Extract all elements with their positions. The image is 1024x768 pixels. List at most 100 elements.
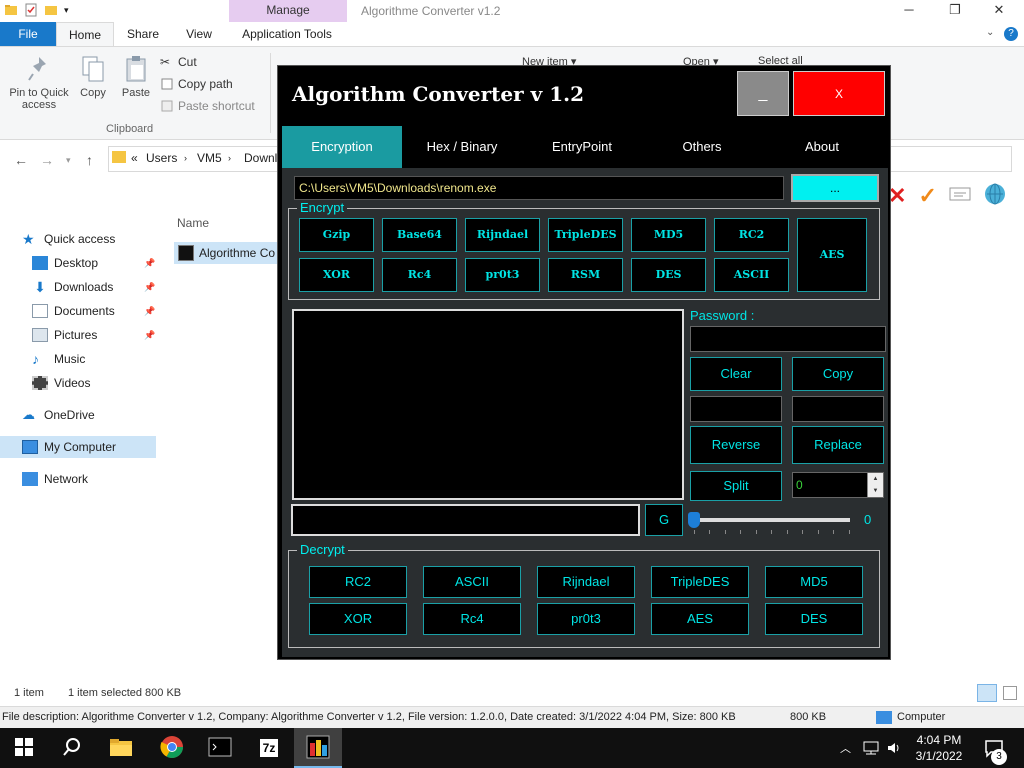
encrypt-pr0t3-button[interactable]: pr0t3 — [465, 258, 540, 292]
encrypt-xor-button[interactable]: XOR — [299, 258, 374, 292]
file-row[interactable]: Algorithme Co — [174, 242, 284, 264]
taskbar-terminal[interactable] — [196, 728, 244, 768]
decrypt-md5-button[interactable]: MD5 — [765, 566, 863, 598]
tab-view[interactable]: View — [176, 22, 222, 46]
find-input[interactable] — [690, 396, 782, 422]
replace-input[interactable] — [792, 396, 884, 422]
details-view-icon[interactable] — [977, 684, 997, 702]
ribbon-collapse-icon[interactable]: ⌄ — [986, 27, 994, 38]
nav-documents[interactable]: Documents — [32, 300, 115, 322]
decrypt-pr0t3-button[interactable]: pr0t3 — [537, 603, 635, 635]
decrypt-rc4-button[interactable]: Rc4 — [423, 603, 521, 635]
tab-others[interactable]: Others — [642, 126, 762, 168]
reverse-button[interactable]: Reverse — [690, 426, 782, 464]
encrypt-gzip-button[interactable]: Gzip — [299, 218, 374, 252]
decrypt-des-button[interactable]: DES — [765, 603, 863, 635]
up-arrow-icon[interactable]: ↑ — [86, 152, 93, 168]
decrypt-rc2-button[interactable]: RC2 — [309, 566, 407, 598]
tab-share[interactable]: Share — [120, 22, 166, 46]
copy-button[interactable]: Copy — [792, 357, 884, 391]
forward-arrow-icon[interactable]: → — [40, 152, 54, 168]
tab-encryption[interactable]: Encryption — [282, 126, 402, 168]
recent-locations-icon[interactable]: ▾ — [66, 155, 71, 166]
paste-button[interactable]: Paste — [118, 55, 154, 99]
copy-path-button[interactable]: Copy path — [160, 77, 233, 91]
split-count-stepper[interactable]: 0 ▲ ▼ — [792, 472, 884, 498]
clear-button[interactable]: Clear — [690, 357, 782, 391]
decrypt-rijndael-button[interactable]: Rijndael — [537, 566, 635, 598]
breadcrumb-users[interactable]: Users — [146, 151, 177, 165]
breadcrumb-vm5[interactable]: VM5 — [197, 151, 222, 165]
cut-button[interactable]: ✂ Cut — [160, 55, 197, 69]
taskbar-7zip[interactable]: 7z — [245, 728, 293, 768]
minimize-icon[interactable]: ─ — [886, 0, 932, 22]
globe-icon[interactable] — [983, 182, 1007, 209]
tab-file[interactable]: File — [0, 22, 56, 46]
encrypt-rijndael-button[interactable]: Rijndael — [465, 218, 540, 252]
tray-overflow-icon[interactable]: ︿ — [840, 728, 851, 768]
breadcrumb-downloads[interactable]: Downl — [244, 151, 277, 165]
nav-my-computer[interactable]: My Computer — [0, 436, 156, 458]
tab-application-tools[interactable]: Application Tools — [232, 22, 342, 46]
envelope-icon[interactable] — [949, 186, 971, 205]
encrypt-rsm-button[interactable]: RSM — [548, 258, 623, 292]
column-header-name[interactable]: Name — [177, 216, 209, 230]
browse-button[interactable]: ... — [791, 174, 879, 202]
app-close-button[interactable]: X — [793, 71, 885, 116]
encrypt-base64-button[interactable]: Base64 — [382, 218, 457, 252]
tab-entrypoint[interactable]: EntryPoint — [522, 126, 642, 168]
tab-hex-binary[interactable]: Hex / Binary — [402, 126, 522, 168]
output-textarea[interactable] — [292, 309, 684, 500]
paste-shortcut-button[interactable]: Paste shortcut — [160, 99, 255, 113]
generate-button[interactable]: G — [645, 504, 683, 536]
generate-input[interactable] — [291, 504, 640, 536]
breadcrumb-chevron[interactable]: « — [131, 151, 138, 165]
nav-downloads[interactable]: ⬇ Downloads — [32, 276, 113, 298]
chevron-down-icon[interactable]: ▼ — [868, 485, 883, 497]
chevron-up-icon[interactable]: ▲ — [868, 473, 883, 485]
properties-icon[interactable] — [24, 3, 38, 17]
taskbar-chrome[interactable] — [148, 728, 196, 768]
tab-about[interactable]: About — [762, 126, 882, 168]
customize-dropdown-icon[interactable]: ▾ — [64, 3, 72, 17]
slider-track[interactable] — [694, 518, 850, 522]
volume-icon[interactable] — [886, 728, 902, 768]
manage-tab[interactable]: Manage — [229, 0, 347, 22]
nav-quick-access[interactable]: ★ Quick access — [22, 228, 115, 250]
system-clock[interactable]: 4:04 PM 3/1/2022 — [904, 732, 974, 764]
taskbar-file-explorer[interactable] — [97, 728, 145, 768]
start-button[interactable] — [0, 728, 48, 768]
checkmark-icon[interactable]: ✓ — [918, 183, 936, 209]
nav-network[interactable]: Network — [22, 468, 88, 490]
nav-onedrive[interactable]: ☁ OneDrive — [22, 404, 95, 426]
copy-button[interactable]: Copy — [76, 55, 110, 99]
large-icons-view-icon[interactable] — [1003, 686, 1017, 700]
encrypt-des-button[interactable]: DES — [631, 258, 706, 292]
nav-pictures[interactable]: Pictures — [32, 324, 97, 346]
file-path-input[interactable]: C:\Users\VM5\Downloads\renom.exe — [294, 176, 784, 200]
decrypt-aes-button[interactable]: AES — [651, 603, 749, 635]
password-input[interactable] — [690, 326, 886, 352]
encrypt-ascii-button[interactable]: ASCII — [714, 258, 789, 292]
decrypt-xor-button[interactable]: XOR — [309, 603, 407, 635]
tab-home[interactable]: Home — [56, 22, 114, 46]
help-icon[interactable]: ? — [1004, 27, 1018, 41]
nav-music[interactable]: ♪ Music — [32, 348, 85, 370]
encrypt-rc2-button[interactable]: RC2 — [714, 218, 789, 252]
encrypt-rc4-button[interactable]: Rc4 — [382, 258, 457, 292]
back-arrow-icon[interactable]: ← — [14, 152, 28, 168]
taskbar-algorithm-converter[interactable] — [294, 728, 342, 768]
network-tray-icon[interactable] — [862, 728, 880, 768]
split-button[interactable]: Split — [690, 471, 782, 501]
maximize-icon[interactable]: ❐ — [932, 0, 978, 22]
encrypt-md5-button[interactable]: MD5 — [631, 218, 706, 252]
new-folder-icon[interactable] — [44, 3, 58, 17]
close-icon[interactable]: ✕ — [976, 0, 1022, 22]
search-button[interactable] — [48, 728, 96, 768]
encrypt-aes-button[interactable]: AES — [797, 218, 867, 292]
decrypt-ascii-button[interactable]: ASCII — [423, 566, 521, 598]
decrypt-tripledes-button[interactable]: TripleDES — [651, 566, 749, 598]
slider-handle[interactable] — [688, 512, 700, 528]
replace-button[interactable]: Replace — [792, 426, 884, 464]
encrypt-tripledes-button[interactable]: TripleDES — [548, 218, 623, 252]
